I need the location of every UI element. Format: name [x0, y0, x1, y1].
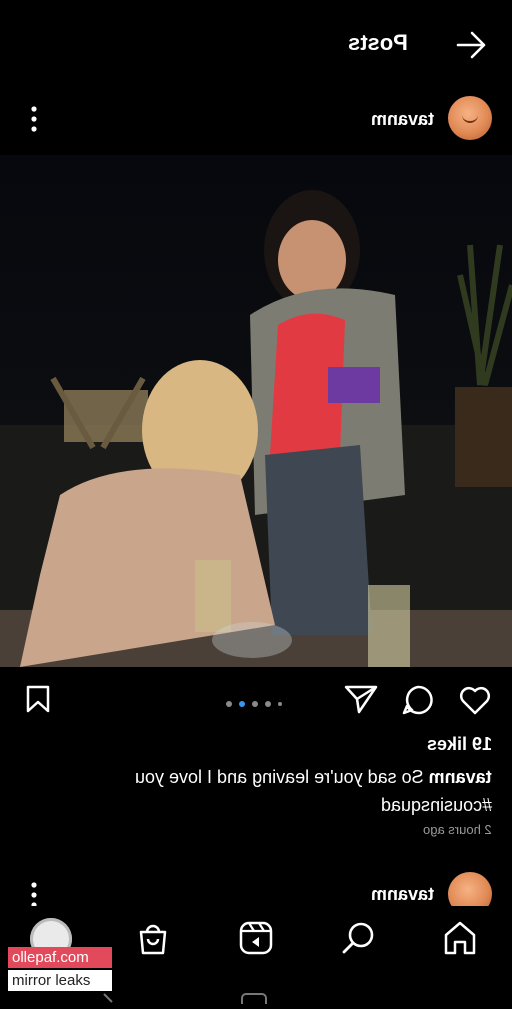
heart-icon[interactable]	[458, 684, 492, 716]
watermark-line1: ollepaf.com	[8, 947, 112, 968]
more-options-icon[interactable]	[26, 104, 42, 134]
avatar[interactable]	[448, 96, 492, 140]
share-icon[interactable]	[344, 684, 378, 714]
carousel-indicator	[226, 695, 289, 707]
like-count[interactable]: 19 likes	[427, 734, 492, 755]
post-username[interactable]: tavanm	[371, 109, 434, 130]
system-nav-bar	[0, 980, 512, 1009]
save-icon[interactable]	[24, 684, 52, 714]
carousel-dot-active	[239, 700, 245, 707]
post-timestamp: 2 hours ago	[423, 822, 492, 837]
carousel-dot	[252, 700, 258, 707]
header	[0, 0, 512, 90]
post-username[interactable]: tavanm	[371, 884, 434, 905]
search-icon[interactable]	[340, 920, 376, 956]
home-icon[interactable]	[442, 920, 478, 956]
carousel-dot	[278, 701, 282, 706]
comment-icon[interactable]	[402, 684, 434, 716]
page-title: Posts	[348, 30, 408, 55]
caption-text: So sad you're leaving and I love you	[135, 767, 424, 787]
caption-username[interactable]: tavanm	[429, 767, 492, 787]
arrow-icon[interactable]	[454, 28, 488, 62]
shop-icon[interactable]	[136, 920, 170, 956]
carousel-dot	[265, 700, 271, 707]
post-image[interactable]	[0, 155, 512, 667]
carousel-dot	[226, 700, 232, 707]
hashtag-link[interactable]: #cousinsquad	[381, 791, 492, 819]
system-nav-glyphs	[103, 993, 267, 1009]
caption: tavanm So sad you're leaving and I love …	[12, 763, 492, 819]
photo-scene	[0, 155, 512, 667]
reels-icon[interactable]	[238, 920, 274, 956]
